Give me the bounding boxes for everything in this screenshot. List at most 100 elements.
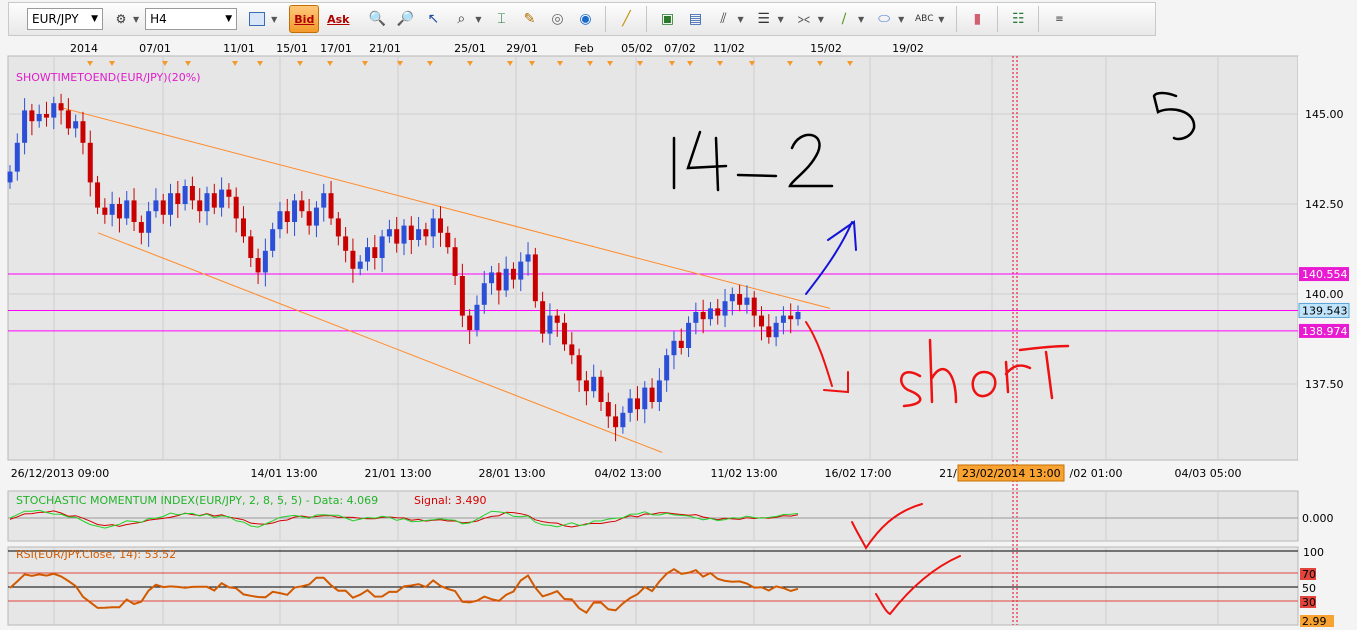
candle-body xyxy=(182,186,188,204)
bottom-date-label: 04/02 13:00 xyxy=(595,467,662,480)
candle-body xyxy=(510,268,516,280)
top-date-label: 15/02 xyxy=(810,42,842,55)
bottom-date-label: 28/01 13:00 xyxy=(479,467,546,480)
price-marker-upper: 140.554 xyxy=(1299,267,1349,282)
candle-body xyxy=(503,268,509,291)
candle-body xyxy=(642,387,648,410)
candle-body xyxy=(335,218,341,237)
candle-body xyxy=(270,229,276,251)
price-marker-lower-text: 138.974 xyxy=(1302,325,1348,338)
candle-body xyxy=(240,218,246,237)
top-date-label: 05/02 xyxy=(621,42,653,55)
chart-area[interactable]: 2014 07/01 11/01 15/01 17/01 21/01 25/01 29/01 F… xyxy=(0,0,1357,630)
candle-body xyxy=(766,326,772,338)
top-date-label: 29/01 xyxy=(506,42,538,55)
stochastic-axis-label: 0.000 xyxy=(1302,512,1334,525)
rsi-label-70: 70 xyxy=(1302,568,1316,581)
candle-body xyxy=(744,297,750,305)
candle-body xyxy=(437,218,443,233)
rsi-label-30: 30 xyxy=(1302,596,1316,609)
candle-body xyxy=(707,308,713,320)
candle-body xyxy=(759,315,765,327)
candle-body xyxy=(211,193,217,208)
rsi-label-50: 50 xyxy=(1302,582,1316,595)
candle-body xyxy=(467,315,473,330)
candle-body xyxy=(452,247,458,276)
candle-body xyxy=(737,294,743,305)
candle-body xyxy=(496,272,502,291)
rsi-bottom-label: 2.99 xyxy=(1302,615,1327,628)
candle-body xyxy=(693,312,699,323)
candle-body xyxy=(7,171,13,183)
candle-body xyxy=(634,398,640,410)
candle-body xyxy=(394,229,400,244)
candle-body xyxy=(131,200,137,222)
candle-body xyxy=(109,204,115,215)
candle-body xyxy=(722,301,728,316)
stochastic-title: STOCHASTIC MOMENTUM INDEX(EUR/JPY, 2, 8,… xyxy=(16,494,378,507)
candle-body xyxy=(569,344,575,356)
candle-body xyxy=(138,222,144,233)
candle-body xyxy=(248,236,254,258)
top-date-label: 07/02 xyxy=(664,42,696,55)
candle-body xyxy=(795,312,801,320)
candle-body xyxy=(372,247,378,258)
candle-body xyxy=(95,182,101,208)
trading-app: EUR/JPY ▼ ⚙ ▼ H4 ▼ ▼ Bid Ask 🔍 🔎 ↖ ⌕ ▼ ⌶… xyxy=(0,0,1357,630)
candle-body xyxy=(459,276,465,316)
candle-body xyxy=(583,380,589,392)
top-date-label: 19/02 xyxy=(892,42,924,55)
candle-body xyxy=(365,247,371,262)
candle-body xyxy=(605,402,611,417)
candle-body xyxy=(686,322,692,348)
candle-body xyxy=(627,398,633,413)
candle-body xyxy=(343,236,349,251)
top-date-label: 21/01 xyxy=(369,42,401,55)
candle-body xyxy=(168,193,174,215)
candle-body xyxy=(664,355,670,381)
candle-body xyxy=(700,312,706,320)
price-marker-current-text: 139.543 xyxy=(1302,304,1348,317)
candle-body xyxy=(357,261,363,269)
price-marker-lower: 138.974 xyxy=(1299,323,1349,338)
crosshair-date: 23/02/2014 13:00 xyxy=(962,467,1061,480)
candle-body xyxy=(671,340,677,356)
candle-body xyxy=(780,315,786,323)
candle-body xyxy=(518,261,524,280)
top-date-label: 11/02 xyxy=(713,42,745,55)
candle-body xyxy=(306,211,312,226)
candle-body xyxy=(153,200,159,212)
bottom-date-label: 26/12/2013 09:00 xyxy=(11,467,110,480)
candle-body xyxy=(197,200,203,212)
price-marker-upper-text: 140.554 xyxy=(1302,268,1348,281)
candle-body xyxy=(401,225,407,244)
candle-body xyxy=(751,297,757,316)
price-axis-label: 145.00 xyxy=(1305,108,1344,121)
bottom-date-label: 14/01 13:00 xyxy=(251,467,318,480)
bottom-date-label: 04/03 05:00 xyxy=(1175,467,1242,480)
top-date-label: 11/01 xyxy=(223,42,255,55)
candle-body xyxy=(204,193,210,212)
candle-body xyxy=(313,207,319,226)
candle-body xyxy=(284,211,290,222)
candle-body xyxy=(328,193,334,219)
candle-body xyxy=(262,250,268,273)
top-date-label: 15/01 xyxy=(276,42,308,55)
candle-body xyxy=(321,193,327,208)
candle-body xyxy=(430,218,436,237)
candle-body xyxy=(474,304,480,330)
candle-body xyxy=(175,193,181,204)
candle-body xyxy=(29,110,35,122)
top-date-label: 2014 xyxy=(70,42,98,55)
candle-body xyxy=(277,211,283,230)
candle-body xyxy=(562,322,568,345)
candle-body xyxy=(678,340,684,348)
candle-body xyxy=(715,308,721,316)
candle-body xyxy=(379,236,385,258)
candle-body xyxy=(554,315,560,323)
candle-body xyxy=(219,189,225,208)
candle-body xyxy=(525,254,531,262)
candle-body xyxy=(226,189,232,197)
candle-body xyxy=(146,211,152,233)
candle-body xyxy=(532,254,538,302)
